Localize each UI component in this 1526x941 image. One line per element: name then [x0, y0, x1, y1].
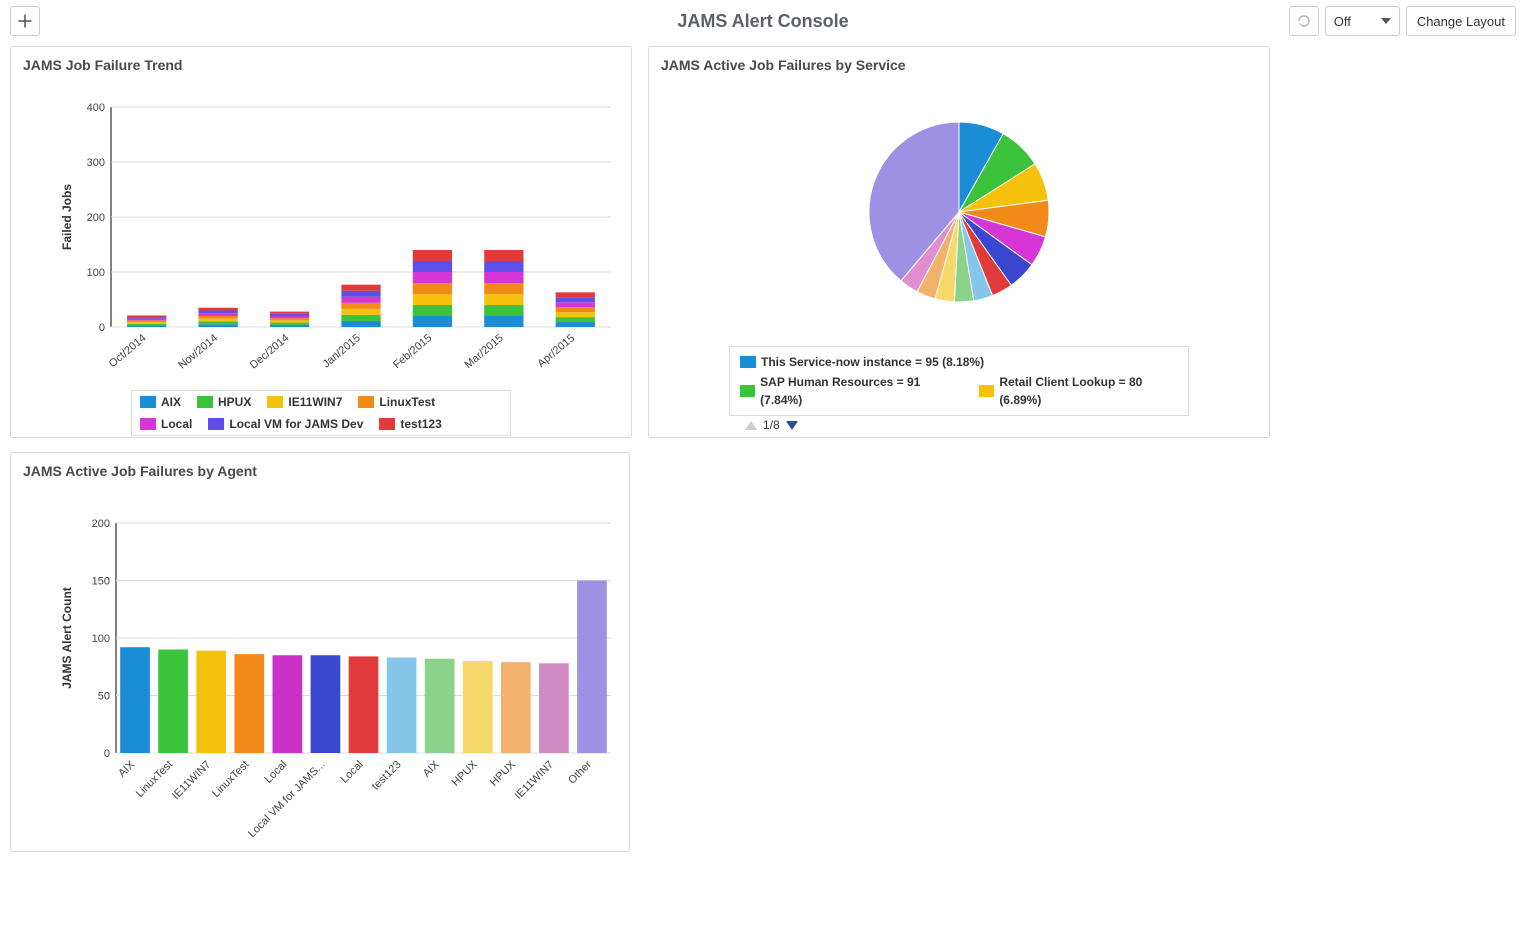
svg-text:Feb/2015: Feb/2015	[391, 332, 434, 371]
svg-text:50: 50	[98, 691, 110, 703]
refresh-button[interactable]	[1289, 6, 1319, 36]
svg-text:100: 100	[87, 267, 105, 279]
topbar: JAMS Alert Console Off Change Layout	[10, 6, 1516, 36]
legend-item[interactable]: LinuxTest	[358, 395, 435, 409]
svg-text:Local: Local	[262, 759, 289, 786]
page-title: JAMS Alert Console	[677, 11, 848, 32]
svg-text:test123: test123	[370, 759, 404, 793]
change-layout-label: Change Layout	[1417, 14, 1505, 29]
dashboard-row-2: JAMS Active Job Failures by Agent 0 50 100…	[10, 452, 1516, 852]
svg-text:HPUX: HPUX	[450, 758, 481, 789]
svg-text:Failed Jobs: Failed Jobs	[60, 184, 74, 250]
refresh-interval-value: Off	[1334, 14, 1351, 29]
svg-text:400: 400	[87, 102, 105, 114]
chart-trend-legend: AIX HPUX IE11WIN7 LinuxTest Local Local VM fo…	[131, 390, 511, 436]
chart-trend[interactable]: 0 100 200 300 400 Failed Jobs Oct/2014 Nov/2014…	[11, 77, 631, 387]
chart-service-legend: This Service-now instance = 95 (8.18%) SA…	[729, 346, 1189, 416]
change-layout-button[interactable]: Change Layout	[1406, 6, 1516, 36]
legend-item[interactable]: HPUX	[197, 395, 251, 409]
legend-item[interactable]: AIX	[140, 395, 181, 409]
chevron-down-icon	[1381, 18, 1391, 24]
svg-text:AIX: AIX	[421, 758, 442, 779]
svg-text:Other: Other	[566, 758, 594, 786]
panel-agent-title: JAMS Active Job Failures by Agent	[11, 453, 629, 483]
pager-prev-icon[interactable]	[745, 421, 757, 430]
svg-text:100: 100	[92, 633, 110, 645]
svg-text:Local: Local	[339, 759, 366, 786]
plus-icon	[18, 14, 32, 28]
legend-item[interactable]: SAP Human Resources = 91 (7.84%)	[740, 373, 955, 409]
svg-text:Nov/2014: Nov/2014	[176, 332, 220, 371]
svg-text:LinuxTest: LinuxTest	[210, 759, 251, 800]
legend-item[interactable]: test123	[379, 417, 441, 431]
panel-trend: JAMS Job Failure Trend 0 100 200 300 400 Fail…	[10, 46, 632, 438]
pager-next-icon[interactable]	[786, 421, 798, 430]
legend-item[interactable]: Retail Client Lookup = 80 (6.89%)	[979, 373, 1178, 409]
panel-agent: JAMS Active Job Failures by Agent 0 50 100…	[10, 452, 630, 852]
svg-text:0: 0	[104, 748, 110, 760]
add-button[interactable]	[10, 6, 40, 36]
legend-item[interactable]: Local	[140, 417, 192, 431]
svg-text:Oct/2014: Oct/2014	[107, 332, 149, 370]
svg-text:HPUX: HPUX	[488, 758, 519, 789]
chart-service-pie[interactable]	[649, 77, 1269, 337]
svg-text:0: 0	[99, 322, 105, 334]
chart-agent[interactable]: 0 50 100 150 200 JAMS Alert Count AIX LinuxTest…	[11, 483, 631, 843]
svg-text:Local VM for JAMS...: Local VM for JAMS...	[246, 759, 328, 841]
chart-service-pager: 1/8	[745, 418, 1257, 432]
legend-item[interactable]: This Service-now instance = 95 (8.18%)	[740, 353, 984, 371]
svg-text:Mar/2015: Mar/2015	[462, 332, 505, 371]
refresh-interval-select[interactable]: Off	[1325, 6, 1400, 36]
dashboard-row-1: JAMS Job Failure Trend 0 100 200 300 400 Fail…	[10, 46, 1516, 438]
svg-text:150: 150	[92, 576, 110, 588]
topbar-right: Off Change Layout	[1289, 6, 1516, 36]
panel-service-title: JAMS Active Job Failures by Service	[649, 47, 1269, 77]
refresh-icon	[1296, 13, 1312, 29]
panel-service: JAMS Active Job Failures by Service This…	[648, 46, 1270, 438]
svg-text:AIX: AIX	[116, 758, 137, 779]
svg-text:Apr/2015: Apr/2015	[535, 332, 577, 370]
svg-text:200: 200	[87, 212, 105, 224]
pager-text: 1/8	[763, 418, 780, 432]
svg-text:IE11WIN7: IE11WIN7	[170, 759, 213, 802]
legend-item[interactable]: IE11WIN7	[267, 395, 342, 409]
svg-text:300: 300	[87, 157, 105, 169]
svg-text:JAMS Alert Count: JAMS Alert Count	[60, 587, 74, 689]
svg-text:200: 200	[92, 518, 110, 530]
svg-text:Jan/2015: Jan/2015	[321, 332, 363, 370]
legend-item[interactable]: Local VM for JAMS Dev	[208, 417, 363, 431]
svg-text:IE11WIN7: IE11WIN7	[513, 759, 556, 802]
panel-trend-title: JAMS Job Failure Trend	[11, 47, 631, 77]
svg-text:Dec/2014: Dec/2014	[248, 332, 292, 371]
